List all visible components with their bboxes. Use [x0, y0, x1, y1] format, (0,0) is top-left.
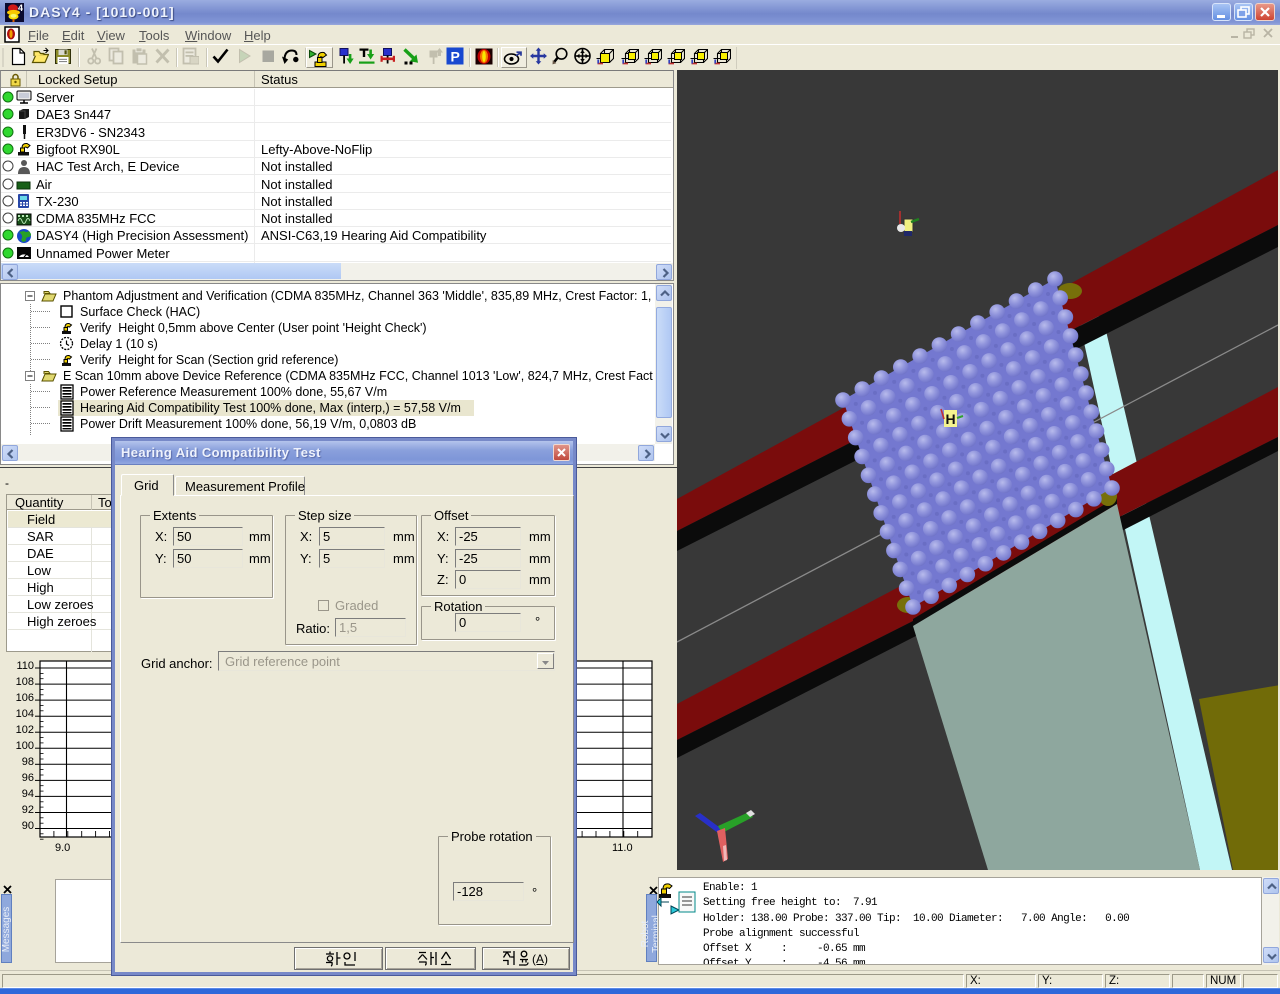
- svg-text:P: P: [451, 49, 460, 65]
- svg-text:(A): (A): [532, 952, 548, 966]
- svg-text:4: 4: [18, 3, 23, 13]
- svg-text:H: H: [946, 411, 956, 427]
